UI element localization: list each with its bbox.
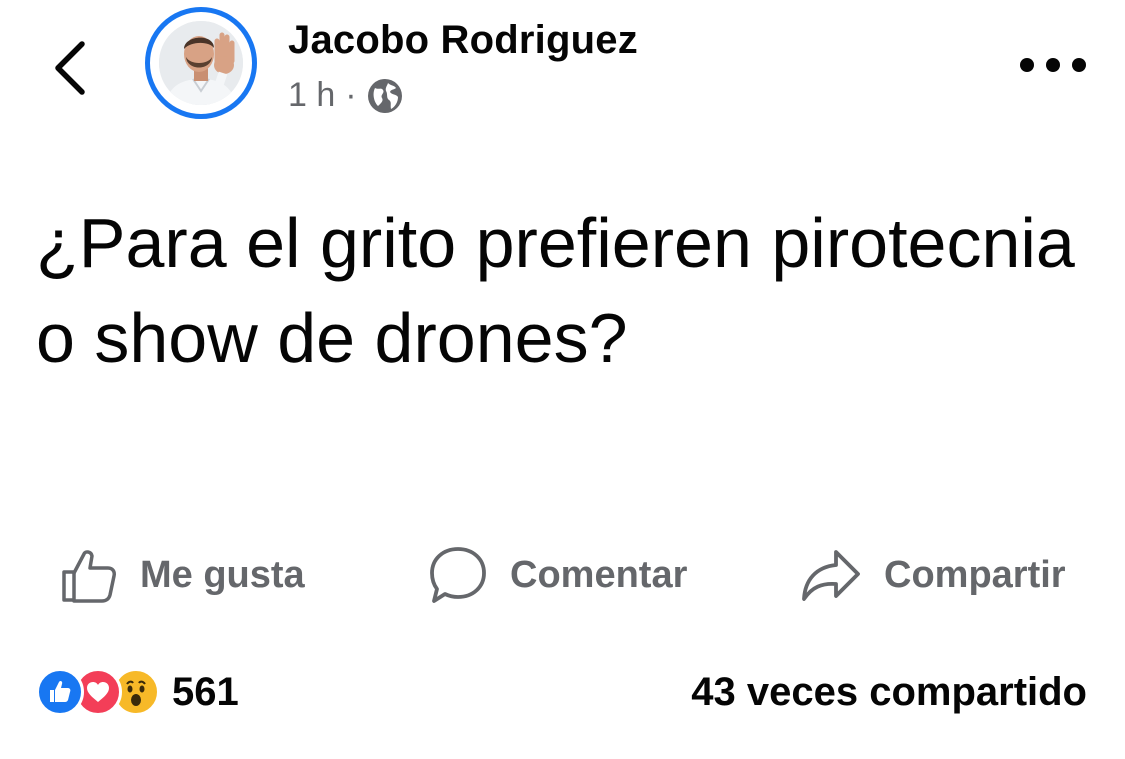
share-button[interactable]: Compartir — [800, 540, 1066, 610]
share-count[interactable]: 43 veces compartido — [691, 670, 1087, 715]
like-reaction-icon — [36, 668, 84, 716]
chevron-left-icon — [55, 41, 85, 95]
reaction-count: 561 — [172, 669, 239, 714]
more-horizontal-icon-dot — [1072, 58, 1086, 72]
like-label: Me gusta — [140, 553, 305, 596]
avatar[interactable] — [145, 7, 257, 119]
thumbs-up-icon — [62, 550, 116, 603]
comment-label: Comentar — [510, 553, 688, 596]
like-button[interactable]: Me gusta — [60, 540, 305, 610]
comment-bubble-icon — [430, 547, 486, 603]
comment-button[interactable]: Comentar — [428, 540, 687, 610]
post-time[interactable]: 1 h — [288, 76, 335, 115]
share-label: Compartir — [884, 553, 1066, 596]
more-horizontal-icon-dot — [1046, 58, 1060, 72]
share-arrow-icon — [802, 550, 860, 601]
more-horizontal-icon-dot — [1020, 58, 1034, 72]
post-meta: 1 h · — [288, 76, 403, 115]
meta-separator: · — [345, 76, 357, 114]
back-button[interactable] — [48, 38, 96, 98]
globe-icon — [367, 78, 403, 114]
author-name[interactable]: Jacobo Rodriguez — [288, 18, 638, 63]
post-text: ¿Para el grito prefieren pirotecnia o sh… — [36, 204, 1075, 377]
profile-photo — [159, 21, 243, 105]
more-options-button[interactable] — [1020, 50, 1086, 80]
reactions-summary[interactable]: 561 — [36, 668, 239, 716]
